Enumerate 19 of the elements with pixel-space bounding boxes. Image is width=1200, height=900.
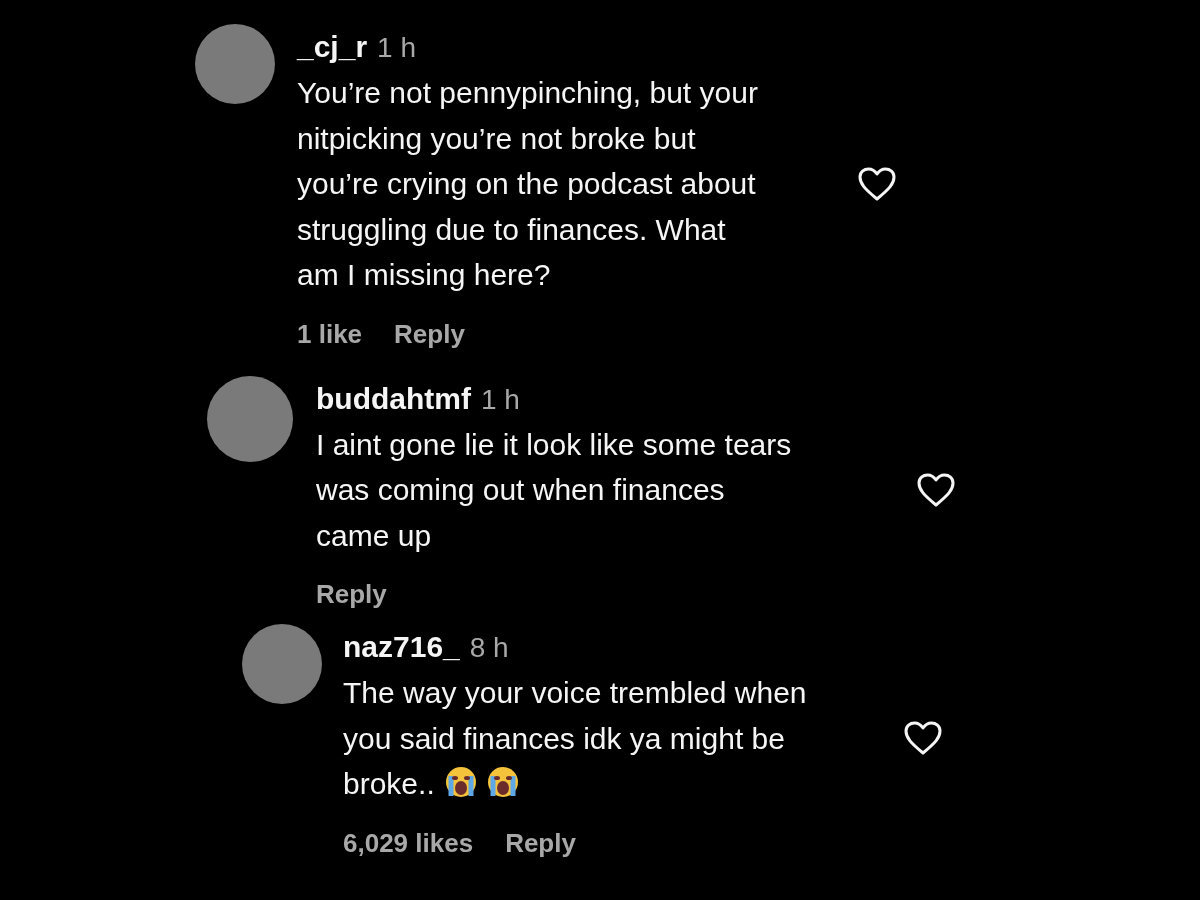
crying-face-icon — [444, 766, 477, 798]
timestamp: 8 h — [469, 631, 509, 665]
like-count[interactable]: 1 like — [297, 315, 363, 352]
heart-icon[interactable] — [857, 165, 897, 202]
username[interactable]: _cj_r — [297, 24, 368, 70]
timestamp: 1 h — [480, 382, 520, 417]
heart-icon[interactable] — [916, 471, 956, 508]
timestamp: 1 h — [377, 31, 416, 65]
like-count[interactable]: 6,029 likes — [343, 824, 474, 861]
crying-face-icon — [486, 766, 519, 798]
comment-text: The way your voice trembled when you said finances idk ya might be broke.. — [343, 675, 808, 802]
comment-text: I aint gone lie it look like some tears was coming out when finances came up — [316, 426, 793, 554]
heart-icon[interactable] — [903, 720, 943, 757]
reply-link[interactable]: Reply — [505, 824, 576, 861]
username[interactable]: naz716_ — [343, 624, 460, 670]
reply-link[interactable]: Reply — [394, 315, 465, 352]
username[interactable]: buddahtmf — [316, 375, 471, 422]
comment-text: You’re not pennypinching, but your nitpicking you’re not broke but you’re crying on the podcast about struggling due to finances. What am I missing here? — [297, 75, 759, 293]
reply-link[interactable]: Reply — [316, 576, 387, 612]
